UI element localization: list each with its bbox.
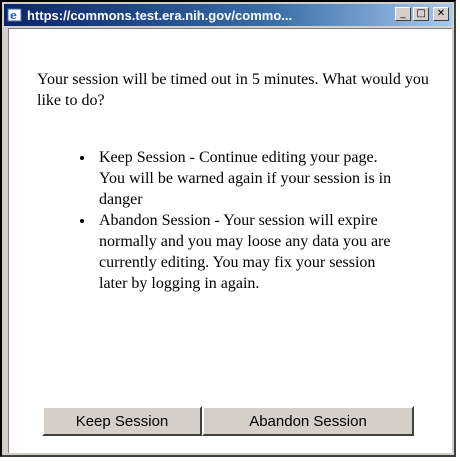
- options-list: Keep Session - Continue editing your pag…: [85, 147, 395, 294]
- close-button[interactable]: ✕: [433, 7, 449, 21]
- list-item-keep-session: Keep Session - Continue editing your pag…: [95, 147, 395, 210]
- window-title: https://commons.test.era.nih.gov/commo..…: [27, 7, 293, 23]
- abandon-session-button[interactable]: Abandon Session: [202, 406, 414, 436]
- button-row: Keep Session Abandon Session: [42, 406, 414, 436]
- timeout-message: Your session will be timed out in 5 minu…: [37, 71, 429, 109]
- internet-explorer-icon: e: [7, 7, 23, 23]
- title-bar[interactable]: e https://commons.test.era.nih.gov/commo…: [4, 4, 452, 26]
- minimize-button[interactable]: _: [395, 7, 411, 21]
- list-item-abandon-session: Abandon Session - Your session will expi…: [95, 210, 395, 294]
- title-buttons: _ □ ✕: [395, 7, 449, 21]
- maximize-button[interactable]: □: [413, 7, 429, 21]
- popup-window: e https://commons.test.era.nih.gov/commo…: [0, 0, 456, 457]
- svg-text:e: e: [10, 9, 17, 22]
- dialog-content: Your session will be timed out in 5 minu…: [8, 28, 452, 453]
- keep-session-button[interactable]: Keep Session: [42, 406, 202, 436]
